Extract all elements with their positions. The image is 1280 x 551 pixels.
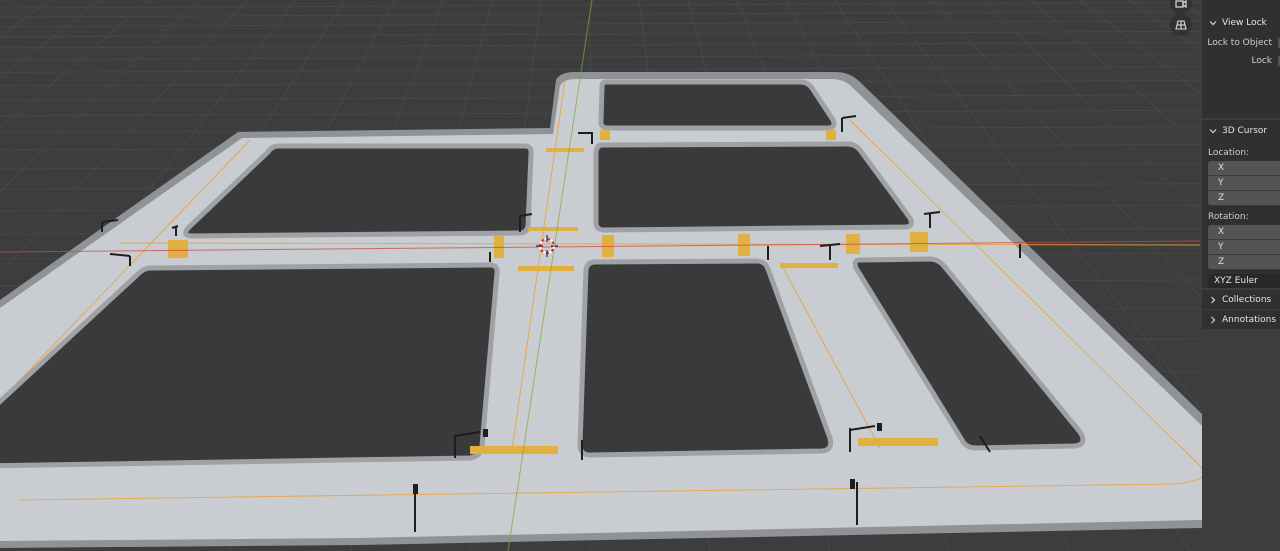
lock-to-object-row: Lock to Object (1202, 34, 1280, 52)
rotation-x-label: X (1218, 227, 1225, 237)
rotation-z-label: Z (1218, 257, 1225, 267)
chevron-right-icon (1208, 295, 1218, 305)
collections-panel: Collections (1202, 290, 1280, 309)
location-z-field[interactable]: Z (1208, 191, 1280, 206)
rotation-mode-dropdown[interactable]: XYZ Euler (1208, 274, 1280, 288)
rotation-x-field[interactable]: X (1208, 225, 1280, 240)
annotations-panel: Annotations (1202, 310, 1280, 329)
location-label: Location: (1208, 148, 1250, 158)
view-lock-title: View Lock (1222, 18, 1267, 28)
location-z-label: Z (1218, 193, 1225, 203)
3d-cursor-title: 3D Cursor (1222, 126, 1268, 136)
sidebar-panel: View Lock Lock to Object Lock 3D Cursor … (1202, 0, 1280, 551)
rotation-y-field[interactable]: Y (1208, 240, 1280, 255)
view-lock-panel: View Lock Lock to Object Lock (1202, 0, 1280, 118)
rotation-z-field[interactable]: Z (1208, 255, 1280, 270)
annotations-header[interactable]: Annotations (1202, 310, 1280, 329)
location-x-field[interactable]: X (1208, 161, 1280, 176)
chevron-down-icon (1208, 18, 1218, 28)
lock-label: Lock (1251, 56, 1272, 66)
lock-row: Lock (1202, 52, 1280, 70)
collections-title: Collections (1222, 294, 1272, 305)
3d-cursor-panel: 3D Cursor Location: X Y Z Rotation: X Y … (1202, 120, 1280, 288)
3d-viewport[interactable] (0, 0, 1280, 551)
location-y-field[interactable]: Y (1208, 176, 1280, 191)
rotation-mode-value: XYZ Euler (1214, 276, 1258, 286)
view-lock-header[interactable]: View Lock (1202, 0, 1280, 34)
annotations-title: Annotations (1222, 314, 1277, 325)
chevron-down-icon (1208, 126, 1218, 136)
rotation-y-label: Y (1218, 242, 1224, 252)
rotation-label: Rotation: (1208, 212, 1249, 222)
location-x-label: X (1218, 163, 1225, 173)
3d-cursor-header[interactable]: 3D Cursor (1202, 120, 1280, 142)
collections-header[interactable]: Collections (1202, 290, 1280, 309)
chevron-right-icon (1208, 315, 1218, 325)
location-y-label: Y (1218, 178, 1224, 188)
grid-perspective-icon[interactable] (1170, 14, 1192, 36)
lock-to-object-label: Lock to Object (1207, 38, 1272, 48)
